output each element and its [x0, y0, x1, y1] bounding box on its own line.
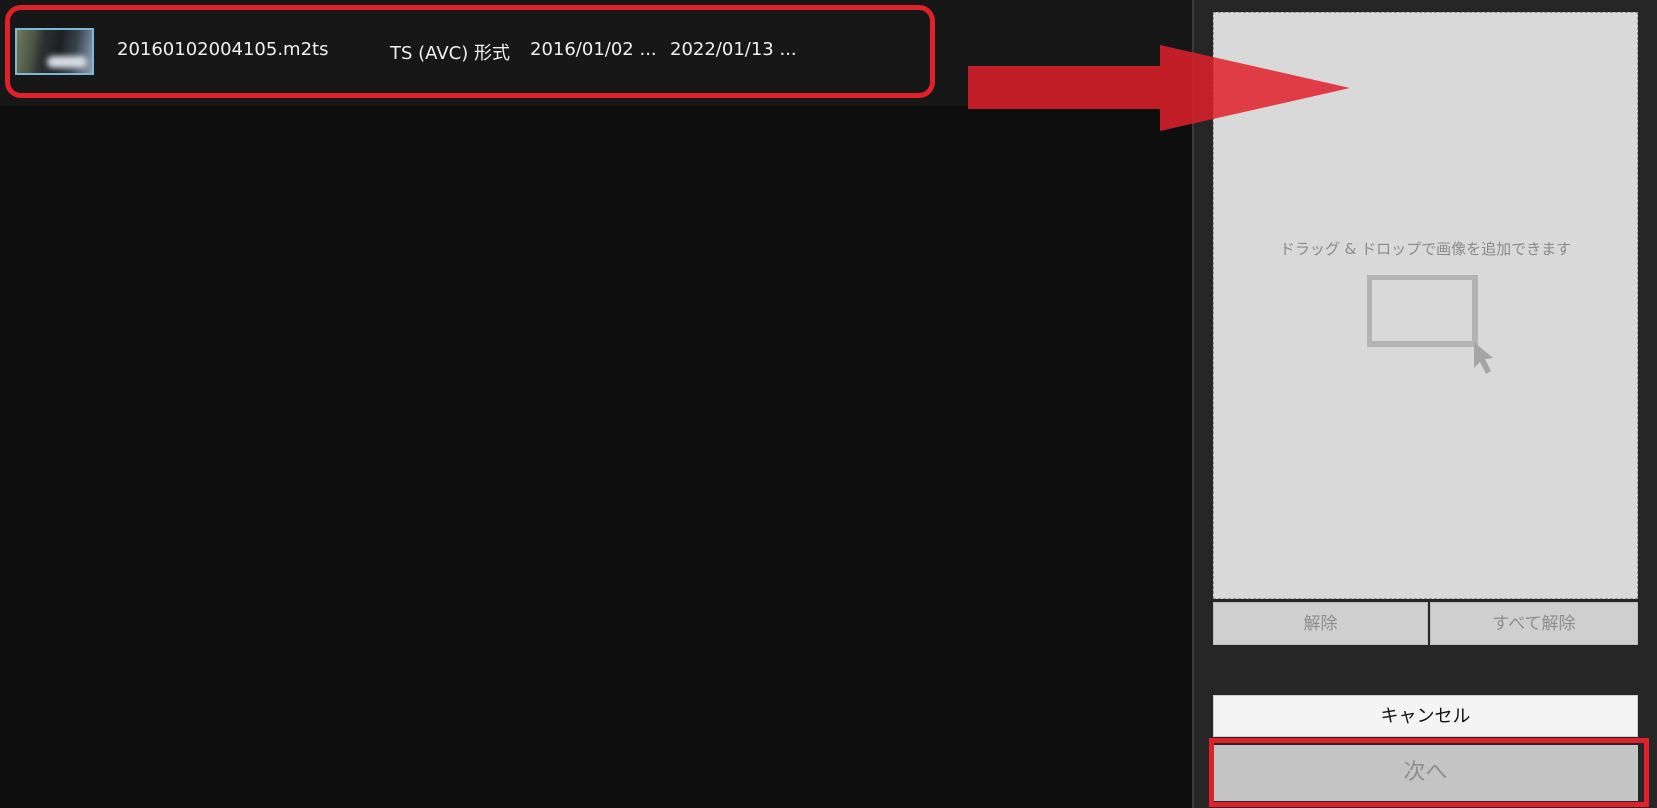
drag-drop-icon — [1367, 275, 1493, 374]
remove-button-row: 解除 すべて解除 — [1213, 602, 1638, 645]
cancel-button[interactable]: キャンセル — [1213, 695, 1638, 737]
remove-button[interactable]: 解除 — [1213, 602, 1428, 645]
file-format: TS (AVC) 形式 — [390, 43, 510, 64]
next-button[interactable]: 次へ — [1213, 745, 1638, 801]
drop-hint-text: ドラッグ & ドロップで画像を追加できます — [1279, 240, 1572, 258]
video-thumbnail — [15, 28, 94, 75]
remove-all-button[interactable]: すべて解除 — [1430, 602, 1638, 645]
right-arrow-icon — [968, 45, 1350, 131]
file-date-modified: 2022/01/13 ... — [670, 39, 797, 60]
file-name: 20160102004105.m2ts — [117, 39, 329, 60]
file-date-created: 2016/01/02 ... — [530, 39, 657, 60]
